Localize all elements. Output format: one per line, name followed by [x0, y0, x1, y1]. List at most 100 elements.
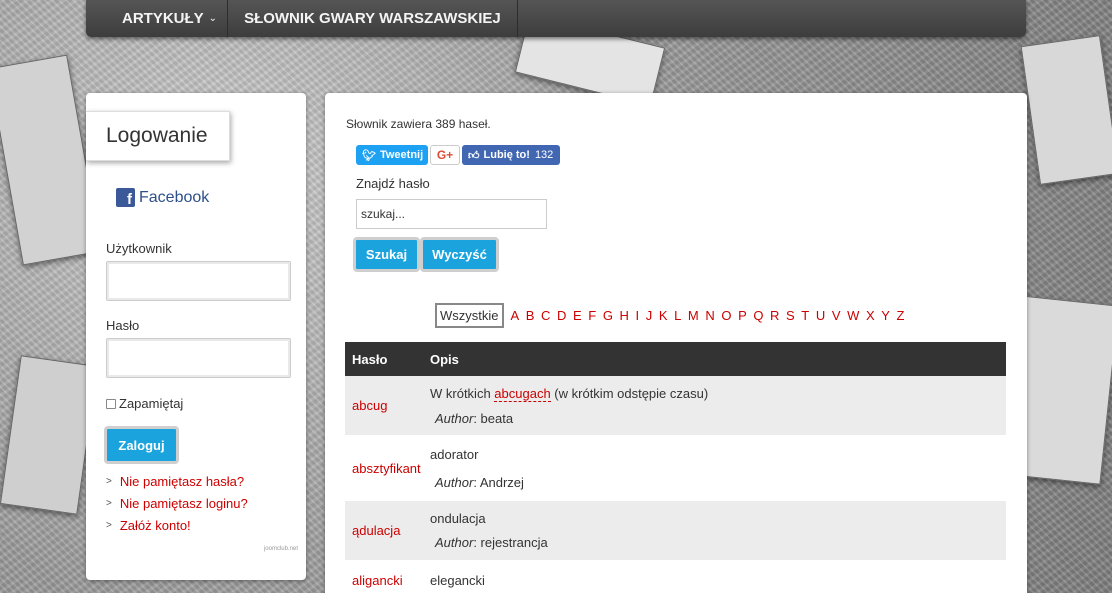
- author-name: Andrzej: [479, 474, 524, 490]
- dictionary-panel: Słownik zawiera 389 haseł. 🐦︎ Tweetnij G…: [325, 93, 1027, 593]
- nav-item-label: ARTYKUŁY: [122, 10, 204, 27]
- letter-link[interactable]: S: [786, 308, 795, 323]
- column-header-term: Hasło: [352, 351, 388, 367]
- letter-link[interactable]: R: [770, 308, 779, 323]
- letter-link[interactable]: P: [738, 308, 747, 323]
- list-item: > Nie pamiętasz hasła?: [106, 474, 248, 489]
- letter-link[interactable]: X: [866, 308, 875, 323]
- forgot-username-link[interactable]: Nie pamiętasz loginu?: [120, 496, 248, 511]
- background-postcard: [0, 355, 99, 515]
- term-link[interactable]: ądulacja: [345, 523, 430, 538]
- entry-count: Słownik zawiera 389 haseł.: [346, 117, 491, 131]
- desc-text: ondulacja: [430, 511, 486, 526]
- table-header: Hasło Opis: [345, 342, 1006, 376]
- dictionary-table: Hasło Opis abcug W krótkich abcugach (w …: [345, 342, 1006, 593]
- credit-link[interactable]: joomclub.net: [264, 546, 298, 552]
- nav-item-articles[interactable]: ARTYKUŁY ⌄: [86, 0, 229, 37]
- desc-text: adorator: [430, 446, 479, 462]
- remember-label: Zapamiętaj: [119, 396, 184, 411]
- author-line: Author: beata: [435, 410, 514, 426]
- table-row: ądulacja ondulacja Author: rejestrancja: [345, 501, 1006, 561]
- letter-link[interactable]: C: [541, 308, 550, 323]
- google-plus-button[interactable]: G+: [430, 145, 460, 165]
- letter-link[interactable]: I: [636, 308, 640, 323]
- list-item: > Nie pamiętasz loginu?: [106, 496, 248, 511]
- letter-link[interactable]: Q: [753, 308, 763, 323]
- author-name: beata: [480, 410, 514, 426]
- letter-link[interactable]: W: [847, 308, 859, 323]
- letter-link[interactable]: H: [620, 308, 629, 323]
- clear-button[interactable]: Wyczyść: [420, 237, 499, 272]
- letter-link[interactable]: L: [674, 308, 681, 323]
- google-plus-icon: G+: [436, 148, 454, 162]
- letter-link[interactable]: G: [603, 308, 613, 323]
- login-panel: Logowanie f Facebook Użytkownik Hasło Za…: [86, 93, 306, 580]
- thumbs-up-icon: 👍︎: [468, 149, 480, 162]
- remember-checkbox[interactable]: [106, 398, 116, 409]
- author-line: Author: rejestrancja: [435, 535, 548, 550]
- background-postcard: [1020, 35, 1112, 185]
- letter-link[interactable]: K: [659, 308, 668, 323]
- top-navigation: ARTYKUŁY ⌄ SŁOWNIK GWARY WARSZAWSKIEJ: [86, 0, 1026, 37]
- letter-link[interactable]: F: [588, 308, 596, 323]
- table-row: aligancki elegancki: [345, 561, 1006, 593]
- letter-link[interactable]: J: [646, 308, 653, 323]
- password-input[interactable]: [106, 338, 291, 378]
- term-link[interactable]: absztyfikant: [345, 461, 430, 476]
- author-prefix: Author: [435, 474, 474, 490]
- letter-link[interactable]: V: [832, 308, 841, 323]
- username-label: Użytkownik: [106, 241, 172, 256]
- column-header-desc: Opis: [430, 351, 459, 367]
- create-account-link[interactable]: Załóż konto!: [120, 518, 191, 533]
- list-item: > Załóż konto!: [106, 518, 248, 533]
- facebook-label: Facebook: [139, 188, 210, 206]
- glossary-link[interactable]: abcugach: [494, 385, 551, 402]
- letter-link[interactable]: Z: [897, 308, 905, 323]
- account-links: > Nie pamiętasz hasła? > Nie pamiętasz l…: [106, 474, 248, 540]
- like-count: 132: [534, 149, 554, 161]
- term-description: W krótkich abcugach (w krótkim odstępie …: [430, 385, 1006, 426]
- letter-link[interactable]: A: [511, 308, 520, 323]
- letter-link[interactable]: D: [557, 308, 566, 323]
- desc-text: W krótkich: [430, 385, 495, 401]
- forgot-password-link[interactable]: Nie pamiętasz hasła?: [120, 474, 244, 489]
- chevron-right-icon: >: [106, 498, 112, 509]
- social-buttons: 🐦︎ Tweetnij G+ 👍︎ Lubię to! 132: [356, 145, 560, 165]
- remember-me[interactable]: Zapamiętaj: [106, 396, 183, 411]
- table-row: abcug W krótkich abcugach (w krótkim ods…: [345, 376, 1006, 436]
- login-title: Logowanie: [86, 111, 230, 161]
- term-link[interactable]: abcug: [345, 398, 430, 413]
- term-link[interactable]: aligancki: [345, 573, 430, 588]
- facebook-like-button[interactable]: 👍︎ Lubię to! 132: [462, 145, 560, 165]
- nav-item-dictionary[interactable]: SŁOWNIK GWARY WARSZAWSKIEJ: [228, 0, 518, 37]
- chevron-down-icon: ⌄: [208, 13, 218, 24]
- author-name: rejestrancja: [480, 535, 548, 550]
- facebook-login-link[interactable]: f Facebook: [116, 188, 209, 207]
- search-actions: Szukaj Wyczyść: [353, 237, 499, 272]
- term-description: adorator Author: Andrzej: [430, 447, 1006, 490]
- table-row: absztyfikant adorator Author: Andrzej: [345, 436, 1006, 501]
- letter-link[interactable]: B: [526, 308, 535, 323]
- term-description: ondulacja Author: rejestrancja: [430, 511, 1006, 550]
- author-prefix: Author: [435, 535, 474, 550]
- letter-link[interactable]: T: [801, 308, 809, 323]
- tweet-label: Tweetnij: [379, 149, 424, 161]
- letter-link[interactable]: E: [573, 308, 582, 323]
- search-button[interactable]: Szukaj: [353, 237, 420, 272]
- filter-all-button[interactable]: Wszystkie: [435, 303, 504, 328]
- password-label: Hasło: [106, 318, 140, 333]
- username-input[interactable]: [106, 261, 291, 301]
- letter-link[interactable]: Y: [881, 308, 890, 323]
- tweet-button[interactable]: 🐦︎ Tweetnij: [356, 145, 428, 165]
- letter-link[interactable]: O: [721, 308, 731, 323]
- letter-link[interactable]: U: [816, 308, 825, 323]
- search-input[interactable]: [356, 199, 547, 229]
- facebook-icon: f: [116, 188, 135, 207]
- author-prefix: Author: [435, 410, 474, 426]
- author-line: Author: Andrzej: [435, 474, 524, 490]
- letter-link[interactable]: M: [688, 308, 699, 323]
- nav-item-label: SŁOWNIK GWARY WARSZAWSKIEJ: [244, 10, 501, 27]
- letter-link[interactable]: N: [705, 308, 714, 323]
- login-button[interactable]: Zaloguj: [104, 426, 179, 464]
- search-label: Znajdź hasło: [356, 176, 430, 191]
